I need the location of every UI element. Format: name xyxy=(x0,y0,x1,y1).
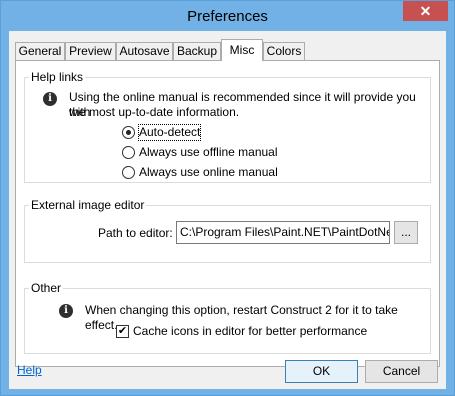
help-link[interactable]: Help xyxy=(17,363,42,377)
editor-path-input[interactable]: C:\Program Files\Paint.NET\PaintDotNet.e… xyxy=(176,221,390,244)
info-icon: i xyxy=(43,92,57,106)
close-button[interactable]: ✕ xyxy=(403,1,448,21)
cache-icons-label[interactable]: Cache icons in editor for better perform… xyxy=(133,324,367,339)
window-title: Preferences xyxy=(187,8,268,25)
radio-auto-detect[interactable] xyxy=(122,126,135,139)
cancel-button[interactable]: Cancel xyxy=(365,360,438,383)
path-to-editor-label: Path to editor: xyxy=(98,226,173,240)
tab-preview[interactable]: Preview xyxy=(65,42,116,60)
close-icon: ✕ xyxy=(419,3,432,19)
help-links-group: Help links i Using the online manual is … xyxy=(24,70,431,183)
radio-online-manual-label[interactable]: Always use online manual xyxy=(139,165,278,180)
cache-icons-checkbox[interactable]: ✔ xyxy=(116,325,129,338)
tab-backup[interactable]: Backup xyxy=(173,42,221,60)
misc-tab-panel: Help links i Using the online manual is … xyxy=(15,60,440,367)
radio-offline-manual[interactable] xyxy=(122,146,135,159)
browse-button[interactable]: ... xyxy=(394,221,418,244)
ok-button[interactable]: OK xyxy=(285,360,358,383)
tab-misc[interactable]: Misc xyxy=(221,39,263,61)
tab-general[interactable]: General xyxy=(15,42,65,60)
other-group-label: Other xyxy=(29,281,64,295)
tab-autosave[interactable]: Autosave xyxy=(116,42,173,60)
radio-offline-manual-label[interactable]: Always use offline manual xyxy=(139,145,278,160)
help-links-group-label: Help links xyxy=(29,70,86,84)
preferences-window: Preferences ✕ General Preview Autosave B… xyxy=(0,0,455,396)
external-editor-group: External image editor Path to editor: C:… xyxy=(24,198,431,263)
radio-auto-detect-label[interactable]: Auto-detect xyxy=(137,124,202,141)
help-links-info-line2: the most up-to-date information. xyxy=(69,105,240,119)
tab-colors[interactable]: Colors xyxy=(263,42,305,60)
info-icon: i xyxy=(59,304,73,318)
title-bar: Preferences ✕ xyxy=(1,1,454,31)
other-group: Other i When changing this option, resta… xyxy=(24,281,431,354)
external-editor-group-label: External image editor xyxy=(29,198,147,212)
dialog-body: General Preview Autosave Backup Misc Col… xyxy=(9,31,446,389)
radio-online-manual[interactable] xyxy=(122,166,135,179)
